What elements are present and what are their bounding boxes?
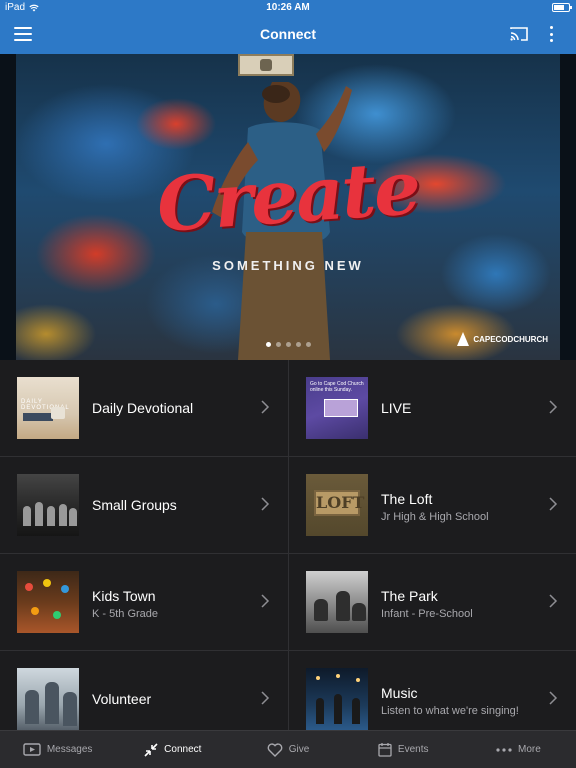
battery-icon bbox=[552, 3, 572, 12]
chevron-right-icon bbox=[549, 691, 558, 705]
thumbnail-label: DAILY DEVOTIONAL bbox=[21, 399, 70, 411]
tv-play-icon bbox=[23, 742, 41, 756]
grid-item-small-groups[interactable]: Small Groups bbox=[0, 457, 288, 554]
grid-item-subtitle: Listen to what we're singing! bbox=[381, 705, 519, 717]
grid-item-title: Kids Town bbox=[92, 588, 156, 604]
grid-item-volunteer[interactable]: Volunteer bbox=[0, 651, 288, 733]
cast-icon[interactable] bbox=[510, 26, 528, 42]
grid-item-subtitle: Infant - Pre-School bbox=[381, 608, 473, 620]
tab-bar: Messages Connect Give Events More bbox=[0, 730, 576, 768]
grid-item-title: LIVE bbox=[381, 400, 412, 416]
carousel-dot[interactable] bbox=[275, 342, 281, 347]
tab-label: Give bbox=[288, 744, 310, 755]
horizontal-ellipsis-icon bbox=[496, 747, 512, 752]
grid-item-title: Small Groups bbox=[92, 497, 177, 513]
tab-events[interactable]: Events bbox=[346, 731, 461, 768]
grid-item-daily-devotional[interactable]: DAILY DEVOTIONAL Daily Devotional bbox=[0, 360, 288, 457]
carousel-dot[interactable] bbox=[285, 342, 291, 347]
chevron-right-icon bbox=[549, 400, 558, 414]
hero-carousel[interactable]: Create SOMETHING NEW CAPECODCHURCH bbox=[0, 54, 576, 360]
tab-more[interactable]: More bbox=[461, 731, 576, 768]
thumbnail-image: LOFT bbox=[306, 474, 368, 536]
carousel-dot[interactable] bbox=[265, 342, 271, 347]
thumbnail-image bbox=[306, 668, 368, 730]
tab-give[interactable]: Give bbox=[230, 731, 345, 768]
hero-subhead: SOMETHING NEW bbox=[212, 258, 364, 273]
thumbnail-image bbox=[17, 474, 79, 536]
grid-item-subtitle: Jr High & High School bbox=[381, 511, 489, 523]
tab-label: Events bbox=[397, 744, 429, 755]
tab-label: Connect bbox=[164, 744, 202, 755]
collapse-arrows-icon bbox=[144, 742, 158, 757]
thumbnail-label: Go to Cape Cod Church online this Sunday… bbox=[310, 381, 364, 393]
tab-connect[interactable]: Connect bbox=[115, 731, 230, 768]
carousel-page-indicator bbox=[16, 342, 560, 347]
tab-label: More bbox=[518, 744, 541, 755]
grid-item-title: The Loft bbox=[381, 491, 433, 507]
thumbnail-image: Go to Cape Cod Church online this Sunday… bbox=[306, 377, 368, 439]
grid-item-the-park[interactable]: The Park Infant - Pre-School bbox=[288, 554, 576, 651]
thumbnail-image bbox=[306, 571, 368, 633]
nav-bar: Connect bbox=[0, 16, 576, 54]
grid-item-title: The Park bbox=[381, 588, 438, 604]
grid-item-live[interactable]: Go to Cape Cod Church online this Sunday… bbox=[288, 360, 576, 457]
chevron-right-icon bbox=[261, 594, 270, 608]
grid-item-title: Volunteer bbox=[92, 691, 152, 707]
vertical-ellipsis-icon[interactable] bbox=[546, 25, 556, 43]
page-title: Connect bbox=[260, 26, 316, 42]
grid-item-title: Music bbox=[381, 685, 418, 701]
connect-grid: DAILY DEVOTIONAL Daily Devotional Go to … bbox=[0, 360, 576, 733]
tab-messages[interactable]: Messages bbox=[0, 731, 115, 768]
chevron-right-icon bbox=[261, 497, 270, 511]
status-time: 10:26 AM bbox=[266, 2, 310, 13]
grid-item-the-loft[interactable]: LOFT The Loft Jr High & High School bbox=[288, 457, 576, 554]
chevron-right-icon bbox=[261, 400, 270, 414]
grid-item-music[interactable]: Music Listen to what we're singing! bbox=[288, 651, 576, 733]
thumbnail-image bbox=[17, 668, 79, 730]
canvas-clamp bbox=[238, 54, 294, 76]
chevron-right-icon bbox=[549, 497, 558, 511]
hero-image: Create SOMETHING NEW CAPECODCHURCH bbox=[16, 54, 560, 360]
thumbnail-image: DAILY DEVOTIONAL bbox=[17, 377, 79, 439]
grid-item-title: Daily Devotional bbox=[92, 400, 194, 416]
tab-label: Messages bbox=[46, 744, 93, 755]
chevron-right-icon bbox=[261, 691, 270, 705]
chevron-right-icon bbox=[549, 594, 558, 608]
status-bar: iPad 10:26 AM bbox=[0, 0, 576, 16]
calendar-icon bbox=[378, 743, 392, 757]
thumbnail-label: LOFT bbox=[314, 490, 364, 516]
grid-item-subtitle: K - 5th Grade bbox=[92, 608, 159, 620]
carousel-dot[interactable] bbox=[305, 342, 311, 347]
carousel-dot[interactable] bbox=[295, 342, 301, 347]
grid-item-kids-town[interactable]: Kids Town K - 5th Grade bbox=[0, 554, 288, 651]
thumbnail-image bbox=[17, 571, 79, 633]
heart-icon bbox=[267, 742, 283, 757]
